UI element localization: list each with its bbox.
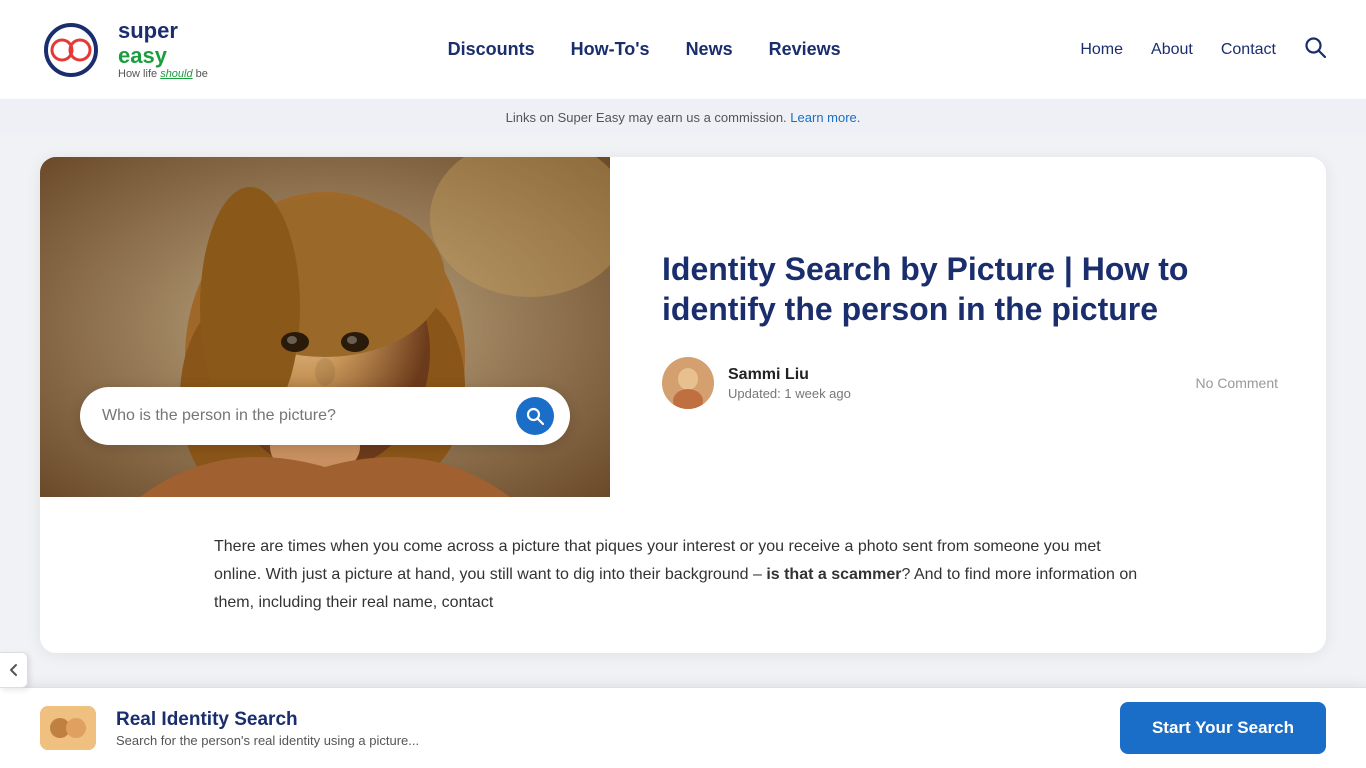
nav-howtos[interactable]: How-To's [571, 39, 650, 60]
cta-bar: Real Identity Search Search for the pers… [0, 687, 1366, 768]
search-input[interactable] [102, 407, 516, 425]
logo: super easy How life should be [40, 19, 208, 79]
cta-title: Real Identity Search [116, 709, 419, 731]
collapse-button[interactable] [0, 652, 28, 688]
search-button[interactable] [1304, 36, 1326, 64]
author-updated: Updated: 1 week ago [728, 386, 851, 401]
author-name: Sammi Liu [728, 366, 851, 384]
logo-text: super easy How life should be [118, 19, 208, 79]
logo-super: super [118, 18, 178, 43]
article-body: There are times when you come across a p… [40, 497, 1326, 653]
info-text: Links on Super Easy may earn us a commis… [506, 110, 787, 125]
right-navigation: Home About Contact [1080, 36, 1326, 64]
search-submit-button[interactable] [516, 397, 554, 435]
nav-news[interactable]: News [686, 39, 733, 60]
cta-text: Real Identity Search Search for the pers… [116, 709, 419, 748]
hero-content: Identity Search by Picture | How to iden… [610, 157, 1326, 497]
learn-more-link[interactable]: Learn more. [790, 110, 860, 125]
hero-photo-bg [40, 157, 610, 497]
bold-text: is that a scammer [766, 566, 901, 583]
search-overlay [80, 387, 570, 445]
logo-easy: easy [118, 43, 167, 68]
no-comment: No Comment [1196, 375, 1278, 391]
nav-contact[interactable]: Contact [1221, 41, 1276, 59]
cta-thumbnail [40, 706, 96, 750]
hero-image [40, 157, 610, 497]
nav-about[interactable]: About [1151, 41, 1193, 59]
author-row: Sammi Liu Updated: 1 week ago No Comment [662, 357, 1278, 409]
info-bar: Links on Super Easy may earn us a commis… [0, 100, 1366, 135]
author-avatar [662, 357, 714, 409]
cta-start-search-button[interactable]: Start Your Search [1120, 702, 1326, 754]
nav-reviews[interactable]: Reviews [769, 39, 841, 60]
author-info: Sammi Liu Updated: 1 week ago [728, 366, 851, 401]
logo-tagline: How life should be [118, 68, 208, 80]
article-title: Identity Search by Picture | How to iden… [662, 249, 1278, 329]
logo-icon [40, 23, 102, 77]
article-paragraph: There are times when you come across a p… [214, 533, 1152, 617]
cta-left: Real Identity Search Search for the pers… [40, 706, 419, 750]
main-navigation: Discounts How-To's News Reviews [448, 39, 841, 60]
nav-home[interactable]: Home [1080, 41, 1123, 59]
hero-section: Identity Search by Picture | How to iden… [40, 157, 1326, 497]
nav-discounts[interactable]: Discounts [448, 39, 535, 60]
main-card: Identity Search by Picture | How to iden… [40, 157, 1326, 653]
header: super easy How life should be Discounts … [0, 0, 1366, 100]
cta-description: Search for the person's real identity us… [116, 733, 419, 748]
